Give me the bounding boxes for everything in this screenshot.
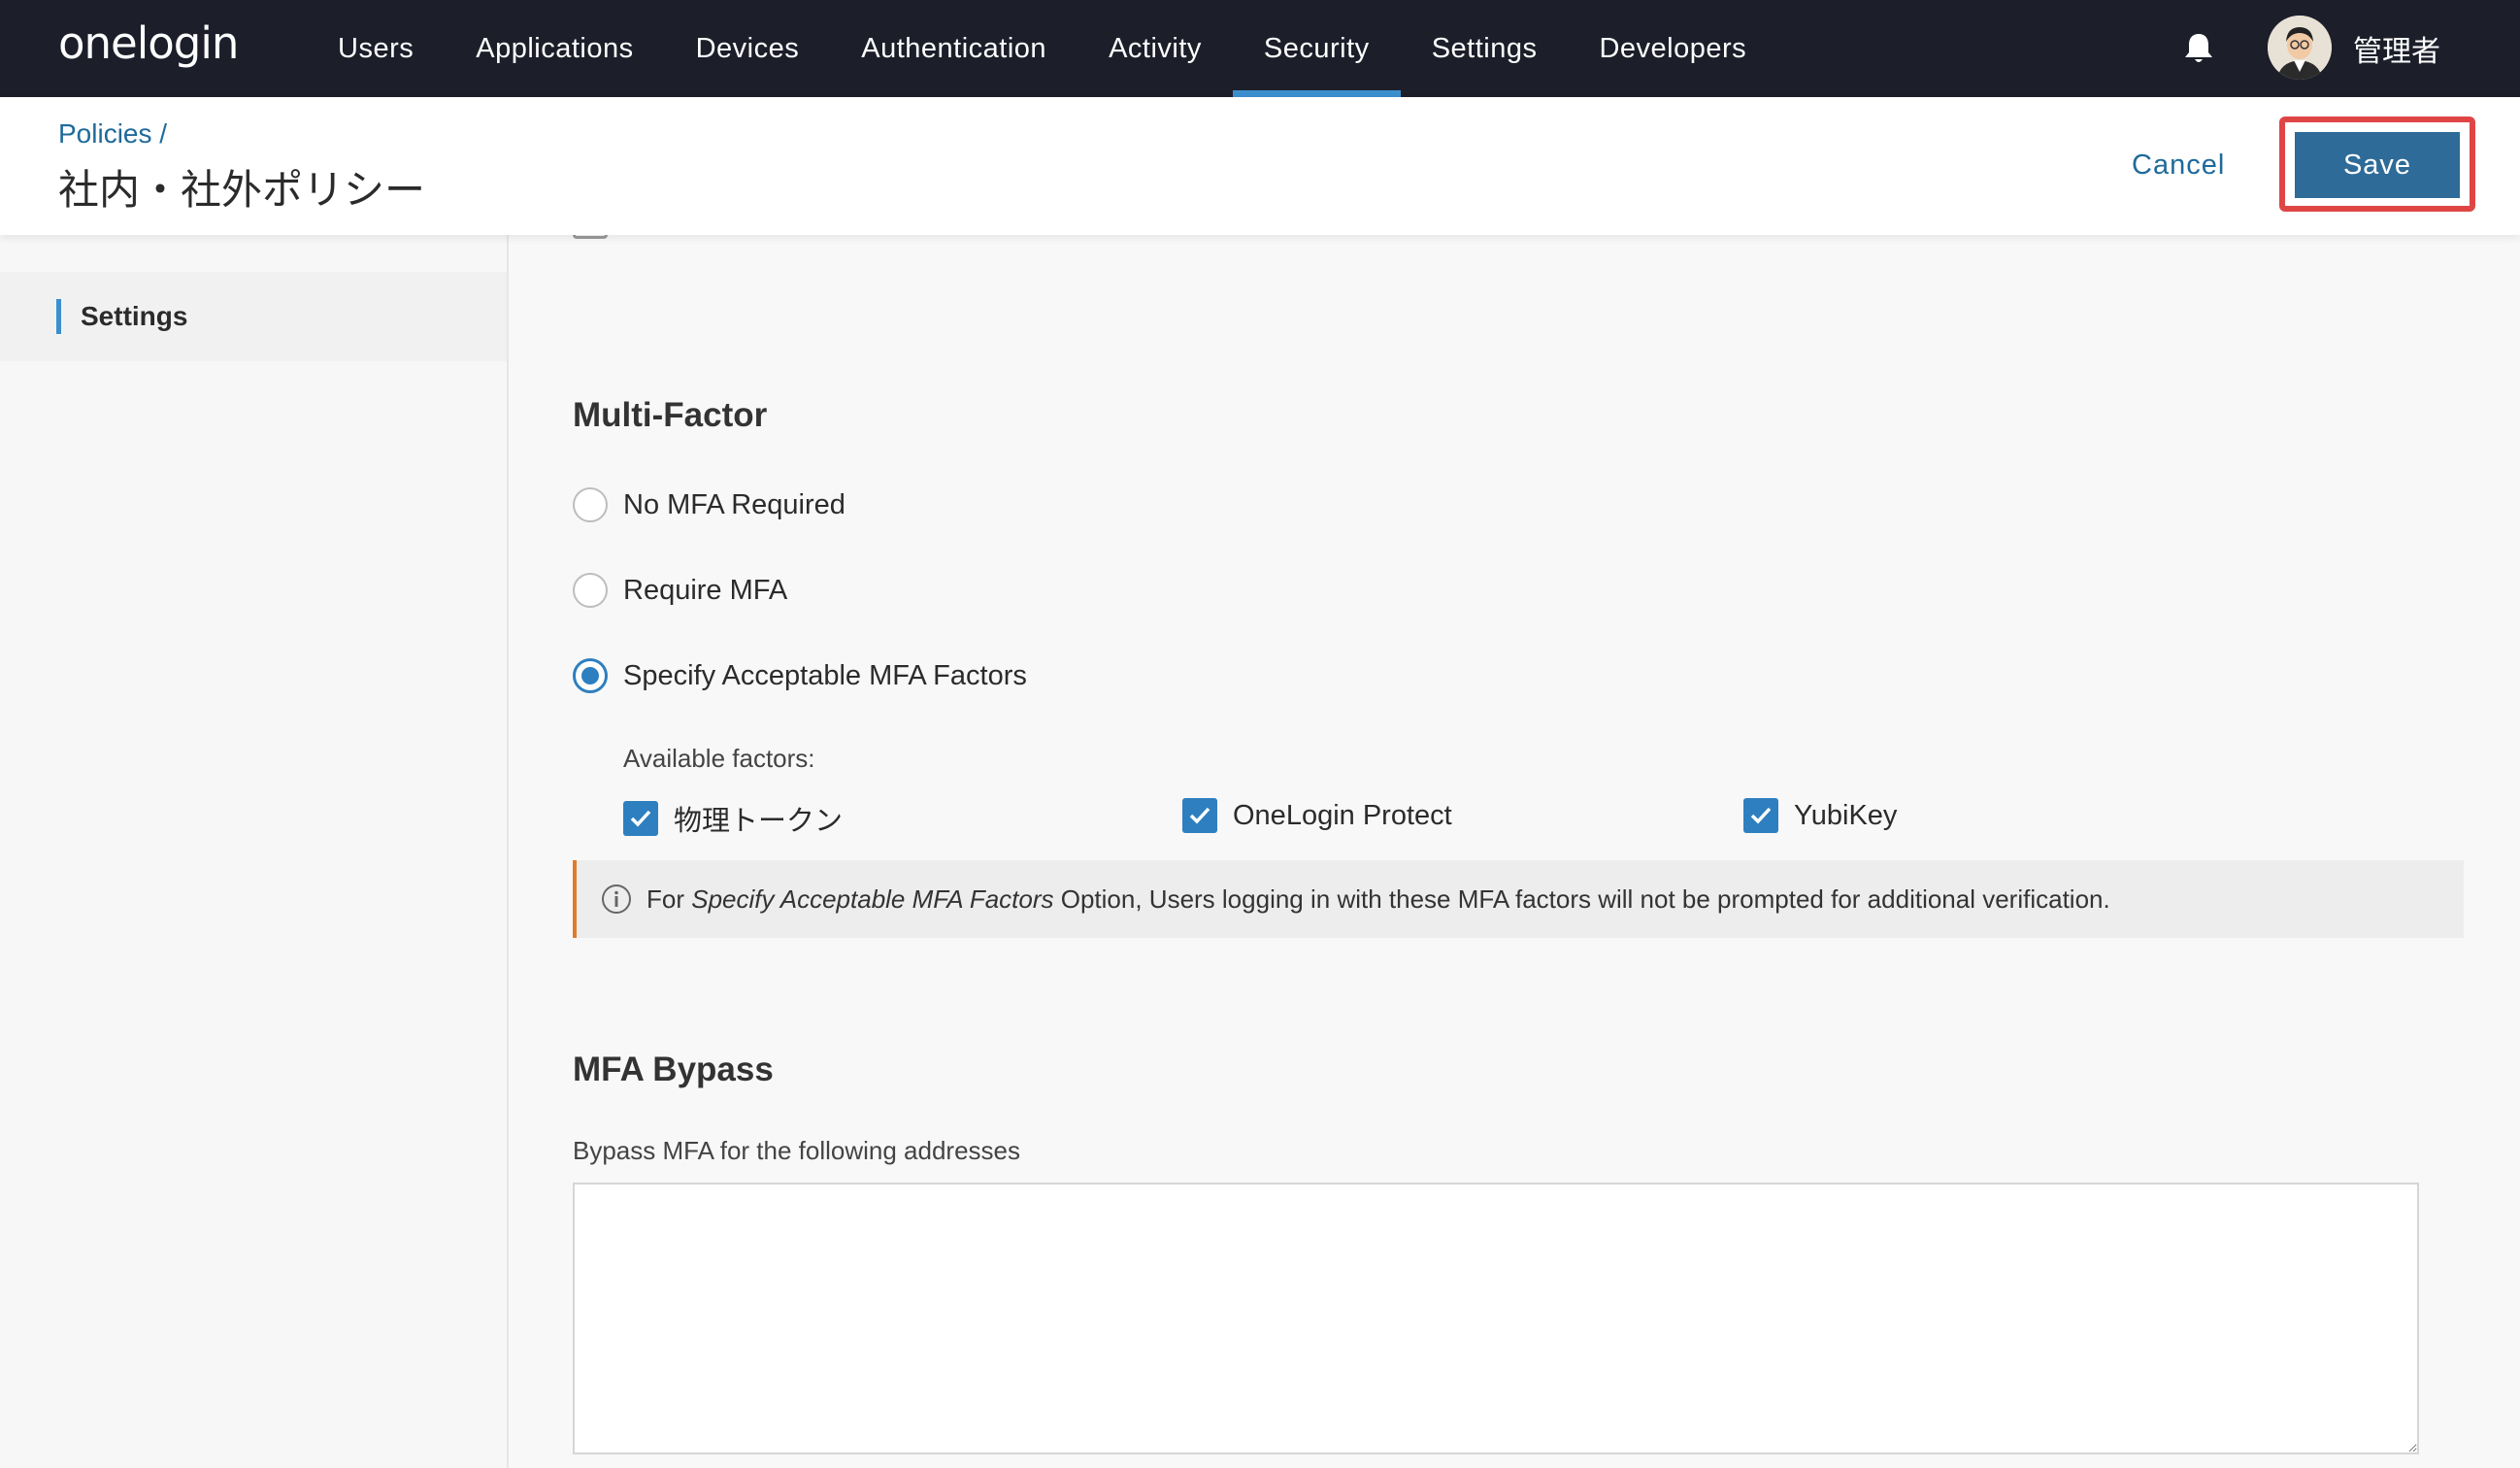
notification-bell-icon[interactable] <box>2182 31 2215 66</box>
sidebar-item-label: Settings <box>81 301 188 331</box>
page-header: Policies / 社内・社外ポリシー Cancel <box>0 97 2520 235</box>
info-text: For Specify Acceptable MFA Factors Optio… <box>647 884 2110 915</box>
cancel-button[interactable]: Cancel <box>2132 144 2225 186</box>
nav-item-applications[interactable]: Applications <box>445 0 664 97</box>
available-factors-label: Available factors: <box>623 744 815 773</box>
mfa-bypass-heading: MFA Bypass <box>573 1051 774 1088</box>
radio-no-mfa[interactable]: No MFA Required <box>573 487 846 522</box>
factor-physical-token[interactable]: 物理トークン <box>623 798 843 839</box>
factor-label: YubiKey <box>1794 799 1898 831</box>
nav-item-activity[interactable]: Activity <box>1078 0 1233 97</box>
radio-specify-factors[interactable]: Specify Acceptable MFA Factors <box>573 658 1027 693</box>
multi-factor-heading: Multi-Factor <box>573 396 768 434</box>
checkbox-checked[interactable] <box>1182 798 1217 833</box>
save-button[interactable]: Save <box>2295 132 2460 198</box>
factor-label: 物理トークン <box>674 806 844 837</box>
top-navigation-bar: onelogin Users Applications Devices Auth… <box>0 0 2520 97</box>
radio-label: No MFA Required <box>623 488 846 520</box>
user-avatar[interactable] <box>2268 16 2332 80</box>
bypass-addresses-label: Bypass MFA for the following addresses <box>573 1136 1021 1165</box>
factor-yubikey[interactable]: YubiKey <box>1743 798 1897 833</box>
main-nav: Users Applications Devices Authenticatio… <box>307 0 1777 97</box>
radio-require-mfa[interactable]: Require MFA <box>573 573 787 608</box>
factor-label: OneLogin Protect <box>1233 799 1452 831</box>
info-text-prefix: For <box>647 884 692 914</box>
checkbox-checked[interactable] <box>623 801 658 836</box>
save-button-highlight: Save <box>2279 117 2475 212</box>
onelogin-logo[interactable]: onelogin <box>58 17 239 69</box>
nav-item-developers[interactable]: Developers <box>1568 0 1777 97</box>
policy-settings-content: Multi-Factor No MFA Required Require MFA… <box>511 219 2520 1468</box>
active-indicator <box>56 299 61 334</box>
radio-label: Specify Acceptable MFA Factors <box>623 659 1027 691</box>
nav-item-settings[interactable]: Settings <box>1401 0 1569 97</box>
info-notice: For Specify Acceptable MFA Factors Optio… <box>573 860 2464 938</box>
radio-button[interactable] <box>573 487 608 522</box>
username-label[interactable]: 管理者 <box>2353 27 2440 70</box>
sidebar: Settings <box>0 235 509 1468</box>
nav-item-users[interactable]: Users <box>307 0 445 97</box>
breadcrumb-policies[interactable]: Policies / <box>58 118 167 150</box>
checkbox-checked[interactable] <box>1743 798 1778 833</box>
bypass-addresses-textarea[interactable] <box>573 1183 2419 1454</box>
info-text-suffix: Option, Users logging in with these MFA … <box>1053 884 2110 914</box>
nav-item-devices[interactable]: Devices <box>665 0 831 97</box>
factor-onelogin-protect[interactable]: OneLogin Protect <box>1182 798 1452 833</box>
radio-button[interactable] <box>573 573 608 608</box>
info-text-emphasis: Specify Acceptable MFA Factors <box>691 884 1054 914</box>
sidebar-item-settings[interactable]: Settings <box>0 272 507 361</box>
info-icon <box>600 883 633 916</box>
radio-button-selected[interactable] <box>573 658 608 693</box>
page-title: 社内・社外ポリシー <box>58 167 426 213</box>
nav-item-authentication[interactable]: Authentication <box>830 0 1078 97</box>
nav-item-security[interactable]: Security <box>1232 0 1401 97</box>
radio-label: Require MFA <box>623 574 788 606</box>
